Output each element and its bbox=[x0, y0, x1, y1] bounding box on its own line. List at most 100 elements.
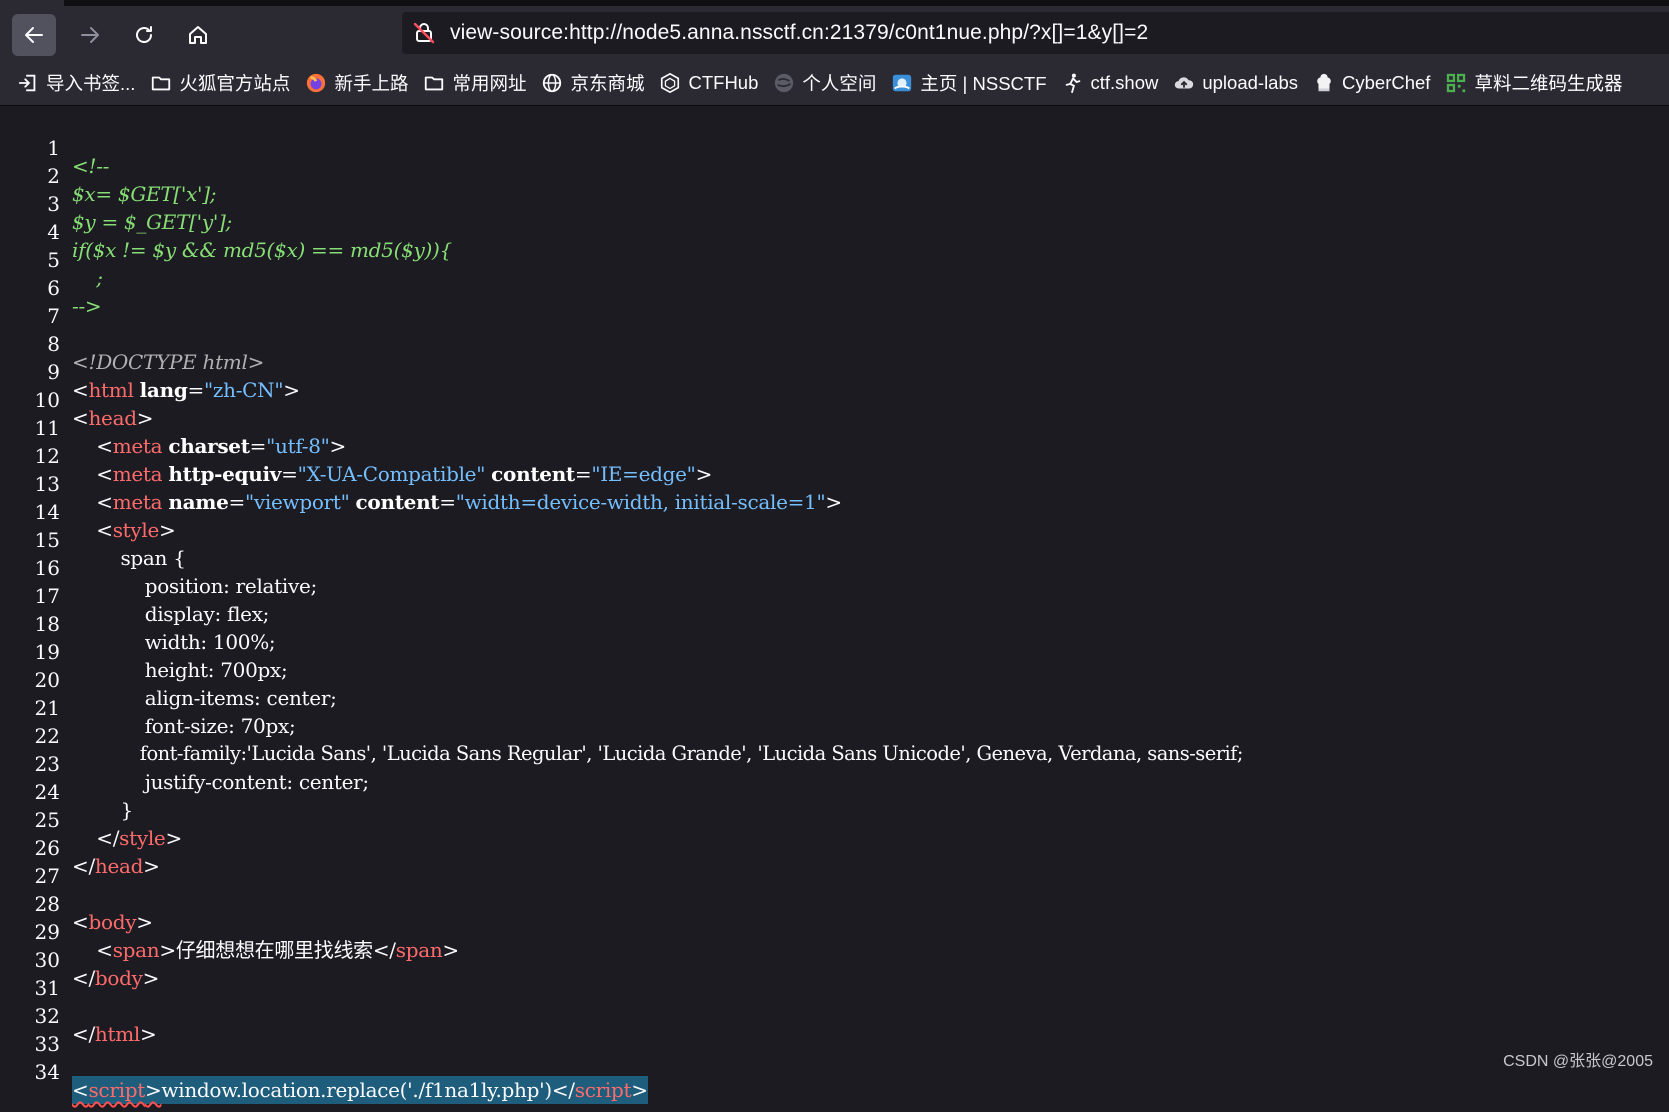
bookmark-nssctf[interactable]: 主页 | NSSCTF bbox=[890, 60, 1047, 106]
source-line-highlighted[interactable]: 34 <script>window.location.replace('./f1… bbox=[0, 1040, 648, 1104]
bookmark-ctfhub[interactable]: CTFHub bbox=[658, 60, 758, 106]
css-text: align-items: center; bbox=[72, 686, 337, 710]
bookmark-label: CTFHub bbox=[688, 71, 759, 93]
tag-name: head bbox=[88, 406, 137, 430]
navigation-toolbar: view-source:http://node5.anna.nssctf.cn:… bbox=[0, 6, 1669, 60]
css-text: justify-content: center; bbox=[72, 770, 369, 794]
bookmark-personal-space[interactable]: 个人空间 bbox=[772, 60, 876, 106]
source-line: 17 display: flex; bbox=[0, 564, 270, 626]
home-button[interactable] bbox=[176, 14, 220, 56]
bookmark-folder-common[interactable]: 常用网址 bbox=[422, 60, 526, 106]
view-source-content: 1 <!-- 2 $x= $GET['x']; 3 $y = $_GET['y'… bbox=[0, 106, 1669, 1104]
bookmark-upload-labs[interactable]: upload-labs bbox=[1172, 60, 1298, 106]
bookmark-ctfshow[interactable]: ctf.show bbox=[1061, 60, 1158, 106]
bookmark-label: 草料二维码生成器 bbox=[1474, 72, 1623, 94]
bookmark-cyberchef[interactable]: CyberChef bbox=[1312, 60, 1430, 106]
globe-icon bbox=[543, 73, 562, 92]
source-line: 22 font-family:'Lucida Sans', 'Lucida Sa… bbox=[0, 704, 1244, 765]
url-text[interactable]: view-source:http://node5.anna.nssctf.cn:… bbox=[450, 12, 1148, 54]
tag-name: style bbox=[112, 518, 160, 542]
bookmark-label: upload-labs bbox=[1202, 71, 1299, 93]
source-line: 24 } bbox=[0, 760, 134, 822]
selected-script-line[interactable]: <script>window.location.replace('./f1na1… bbox=[72, 1076, 648, 1104]
forward-button[interactable] bbox=[68, 14, 112, 56]
attr-name: name bbox=[168, 490, 229, 514]
back-button[interactable] bbox=[12, 14, 56, 56]
code-text: <body> bbox=[72, 910, 153, 934]
source-line: 14 <style> bbox=[0, 480, 176, 542]
code-text: </html> bbox=[72, 1022, 157, 1046]
folder-icon bbox=[425, 76, 444, 90]
attr-name: http-equiv bbox=[168, 462, 282, 486]
insecure-lock-icon bbox=[413, 22, 435, 44]
bookmark-label: 常用网址 bbox=[452, 72, 527, 94]
tag-name: meta bbox=[112, 490, 163, 514]
comment-text: $y = $_GET['y']; bbox=[72, 210, 232, 234]
source-line: 21 font-size: 70px; bbox=[0, 676, 296, 738]
css-text: span { bbox=[72, 546, 186, 570]
forward-arrow-icon bbox=[81, 27, 99, 43]
cube-icon bbox=[661, 72, 680, 93]
source-line: 27 bbox=[0, 844, 60, 888]
bookmarks-toolbar: 导入书签... 火狐官方站点 新手上路 常用网址 京东商城 CTFHub 个人空… bbox=[0, 60, 1669, 106]
home-icon bbox=[189, 26, 207, 44]
attr-name: content bbox=[355, 490, 440, 514]
tag-name: html bbox=[94, 1022, 140, 1046]
doctype-text: <!DOCTYPE html> bbox=[72, 350, 265, 374]
runner-icon bbox=[1065, 73, 1080, 93]
code-text: <meta charset="utf-8"> bbox=[72, 434, 346, 458]
tag-name: span bbox=[112, 938, 160, 962]
tag-name: meta bbox=[112, 434, 163, 458]
bookmark-folder-firefox[interactable]: 火狐官方站点 bbox=[149, 60, 290, 106]
css-text: position: relative; bbox=[72, 574, 318, 598]
tag-name: body bbox=[88, 910, 137, 934]
tag-name: script bbox=[88, 1078, 145, 1102]
folder-icon bbox=[152, 76, 171, 90]
chef-icon bbox=[1317, 73, 1331, 91]
bookmark-label: 火狐官方站点 bbox=[179, 72, 291, 94]
comment-text: ; bbox=[72, 266, 103, 290]
attr-value: "zh-CN" bbox=[203, 378, 284, 402]
source-line: 9 <html lang="zh-CN"> bbox=[0, 340, 300, 402]
reload-button[interactable] bbox=[122, 14, 166, 56]
attr-name: content bbox=[491, 462, 575, 486]
cloud-icon bbox=[1175, 76, 1194, 88]
comment-text: $x= $GET['x']; bbox=[72, 182, 217, 206]
line-number: 34 bbox=[34, 1060, 60, 1084]
attr-value: "IE=edge" bbox=[591, 462, 696, 486]
css-text: font-size: 70px; bbox=[72, 714, 296, 738]
source-line: 16 position: relative; bbox=[0, 536, 318, 598]
source-line: 19 height: 700px; bbox=[0, 620, 288, 682]
source-line: 32 </html> bbox=[0, 984, 157, 1046]
bookmark-label: 个人空间 bbox=[802, 72, 877, 94]
qr-icon bbox=[1447, 73, 1466, 92]
source-line: 12 <meta http-equiv="X-UA-Compatible" co… bbox=[0, 424, 713, 486]
source-line: 2 $x= $GET['x']; bbox=[0, 144, 216, 206]
nssctf-icon bbox=[893, 74, 912, 91]
bookmark-getting-started[interactable]: 新手上路 bbox=[304, 60, 408, 106]
source-line: 5 ; bbox=[0, 228, 103, 290]
comment-text: if($x != $y && md5($x) == md5($y)){ bbox=[72, 238, 452, 262]
source-line: 13 <meta name="viewport" content="width=… bbox=[0, 452, 843, 514]
bookmark-jd[interactable]: 京东商城 bbox=[540, 60, 644, 106]
source-line: 23 justify-content: center; bbox=[0, 732, 370, 794]
sphere-icon bbox=[775, 73, 794, 92]
comment-text: <!-- bbox=[72, 154, 110, 178]
source-line: 7 bbox=[0, 284, 60, 328]
tag-name: style bbox=[119, 826, 166, 850]
bookmark-qr-generator[interactable]: 草料二维码生成器 bbox=[1444, 60, 1622, 106]
css-text: } bbox=[72, 798, 133, 822]
bookmark-label: 导入书签... bbox=[46, 72, 136, 94]
source-line: 31 bbox=[0, 956, 60, 1000]
attr-value: "viewport" bbox=[244, 490, 350, 514]
css-text: height: 700px; bbox=[72, 658, 288, 682]
code-text: <meta name="viewport" content="width=dev… bbox=[72, 490, 842, 514]
source-line: 25 </style> bbox=[0, 788, 183, 850]
tag-name: body bbox=[94, 966, 143, 990]
address-bar[interactable]: view-source:http://node5.anna.nssctf.cn:… bbox=[402, 12, 1669, 54]
source-line: 6 --> bbox=[0, 256, 101, 318]
bookmark-label: 京东商城 bbox=[570, 72, 645, 94]
source-line: 11 <meta charset="utf-8"> bbox=[0, 396, 347, 458]
bookmark-import[interactable]: 导入书签... bbox=[16, 60, 135, 106]
source-line: 28 <body> bbox=[0, 872, 153, 934]
